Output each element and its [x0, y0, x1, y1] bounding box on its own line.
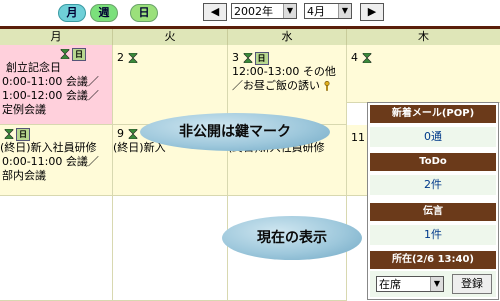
calendar-cell-empty — [113, 196, 228, 301]
message-title: 伝言 — [370, 203, 496, 221]
prev-button[interactable]: ◀ — [203, 3, 227, 21]
event-line[interactable]: 創立記念日 — [0, 61, 112, 75]
status-select[interactable]: 在席 ▼ — [376, 276, 444, 292]
event-line[interactable]: 定例会議 — [0, 103, 112, 117]
todo-count[interactable]: 2件 — [370, 175, 496, 195]
month-select[interactable]: 4月 ▼ — [304, 3, 352, 19]
hourglass-icon[interactable] — [362, 53, 372, 63]
day-number[interactable]: 4 — [351, 51, 358, 64]
weekday-header-wed: 水 — [228, 29, 347, 45]
chevron-down-icon: ▼ — [338, 4, 351, 18]
hourglass-icon[interactable] — [128, 53, 138, 63]
day-icon[interactable]: 日 — [254, 51, 269, 65]
day-view-button[interactable]: 日 — [130, 4, 158, 22]
weekday-header-thu: 木 — [347, 29, 500, 45]
chevron-down-icon: ▼ — [430, 277, 443, 291]
day-number[interactable]: 9 — [117, 127, 124, 140]
day-number[interactable]: 11 — [351, 131, 365, 144]
event-line[interactable]: ／お昼ご飯の誘い — [232, 79, 320, 92]
day-icon[interactable]: 日 — [16, 127, 30, 141]
private-key-callout: 非公開は鍵マーク — [140, 113, 330, 151]
chevron-down-icon: ▼ — [283, 4, 296, 18]
calendar-cell-thu-11[interactable]: 11 — [347, 125, 368, 196]
weekday-header-tue: 火 — [113, 29, 228, 45]
event-line[interactable]: 部内会議 — [0, 169, 112, 183]
year-select[interactable]: 2002年 ▼ — [231, 3, 297, 19]
status-select-value: 在席 — [379, 278, 401, 291]
message-count[interactable]: 1件 — [370, 225, 496, 245]
event-line[interactable]: 0:00-11:00 会議／ — [0, 155, 112, 169]
year-select-value: 2002年 — [234, 5, 273, 18]
day-number[interactable]: 3 — [232, 51, 239, 64]
event-line[interactable]: 0:00-11:00 会議／ — [0, 75, 112, 89]
week-view-button[interactable]: 週 — [90, 4, 118, 22]
new-mail-title: 新着メール(POP) — [370, 105, 496, 123]
event-line[interactable]: 12:00-13:00 その他 — [228, 65, 346, 79]
calendar-cell-mon-8[interactable]: 日 (終日)新入社員研修 0:00-11:00 会議／ 部内会議 — [0, 125, 113, 196]
top-toolbar: 月 週 日 ◀ 2002年 ▼ 4月 ▼ ▶ — [0, 0, 500, 26]
hourglass-icon[interactable] — [243, 53, 253, 63]
key-icon — [324, 81, 329, 91]
new-mail-count[interactable]: 0通 — [370, 127, 496, 147]
todo-title: ToDo — [370, 153, 496, 171]
hourglass-icon[interactable] — [60, 49, 70, 59]
event-line[interactable]: (終日)新入社員研修 — [0, 141, 112, 155]
month-view-button[interactable]: 月 — [58, 4, 86, 22]
calendar-cell-empty — [0, 196, 113, 301]
hourglass-icon[interactable] — [128, 129, 138, 139]
day-icon[interactable]: 日 — [72, 47, 86, 61]
status-title: 所在(2/6 13:40) — [370, 251, 496, 269]
register-button[interactable]: 登録 — [452, 274, 492, 294]
calendar-cell-mon-1[interactable]: 日 創立記念日 0:00-11:00 会議／ 1:00-12:00 会議／ 定例… — [0, 45, 113, 125]
next-button[interactable]: ▶ — [360, 3, 384, 21]
month-select-value: 4月 — [307, 5, 325, 18]
event-line[interactable]: 1:00-12:00 会議／ — [0, 89, 112, 103]
day-number[interactable]: 2 — [117, 51, 124, 64]
info-panel: 新着メール(POP) 0通 ToDo 2件 伝言 1件 所在(2/6 13:40… — [367, 102, 499, 300]
current-display-callout: 現在の表示 — [222, 216, 362, 260]
hourglass-icon[interactable] — [4, 129, 14, 139]
calendar-cell-thu-4[interactable]: 4 — [347, 45, 500, 103]
status-row: 在席 ▼ 登録 — [370, 271, 496, 297]
weekday-header-mon: 月 — [0, 29, 113, 45]
